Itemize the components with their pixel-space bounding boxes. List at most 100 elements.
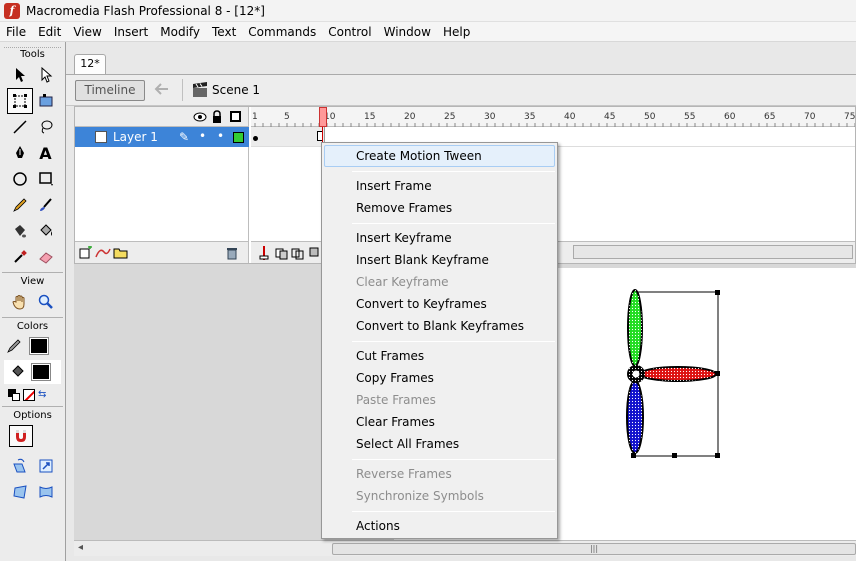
back-arrow-icon[interactable] bbox=[154, 82, 170, 98]
black-white-icon[interactable] bbox=[8, 389, 20, 401]
menu-actions[interactable]: Actions bbox=[324, 515, 555, 537]
flash-app-icon: f bbox=[4, 2, 20, 19]
paint-bucket-tool-icon[interactable] bbox=[33, 218, 59, 244]
snap-to-objects-icon[interactable] bbox=[9, 425, 33, 447]
distort-icon[interactable] bbox=[7, 479, 33, 505]
ruler-tick-label: 30 bbox=[484, 112, 496, 122]
lock-dot[interactable]: • bbox=[217, 129, 224, 143]
tools-panel: Tools A View Colors ⇆ Options bbox=[0, 42, 66, 561]
menu-commands[interactable]: Commands bbox=[242, 22, 322, 42]
scale-icon[interactable] bbox=[33, 453, 59, 479]
eyedropper-tool-icon[interactable] bbox=[7, 244, 33, 270]
no-color-icon[interactable] bbox=[23, 389, 35, 401]
visibility-dot[interactable]: • bbox=[199, 129, 206, 143]
text-tool-icon[interactable]: A bbox=[33, 140, 59, 166]
stage-hscroll[interactable]: ◂ ||| bbox=[74, 540, 856, 556]
layer-name[interactable]: Layer 1 bbox=[113, 130, 158, 144]
zoom-tool-icon[interactable] bbox=[33, 289, 59, 315]
ruler-tick-label: 15 bbox=[364, 112, 375, 122]
frame-ruler[interactable]: 1 5 10 15 20 25 30 35 40 45 50 55 60 65 70 75 bbox=[251, 107, 856, 127]
menu-paste-frames: Paste Frames bbox=[356, 393, 436, 407]
menu-edit[interactable]: Edit bbox=[32, 22, 67, 42]
scene-clapper-icon bbox=[192, 82, 208, 98]
pen-tool-icon[interactable] bbox=[7, 140, 33, 166]
menu-remove-frames[interactable]: Remove Frames bbox=[324, 197, 555, 219]
rotate-skew-icon[interactable] bbox=[7, 453, 33, 479]
onion-skin-outlines-icon[interactable] bbox=[291, 246, 305, 260]
pencil-icon: ✎ bbox=[179, 130, 190, 144]
ruler-tick-label: 5 bbox=[284, 112, 290, 122]
insert-layer-folder-icon[interactable] bbox=[113, 246, 129, 260]
lasso-tool-icon[interactable] bbox=[33, 114, 59, 140]
menu-view[interactable]: View bbox=[67, 22, 107, 42]
menu-synchronize-symbols: Synchronize Symbols bbox=[356, 489, 484, 503]
colors-title: Colors bbox=[16, 321, 49, 332]
line-tool-icon[interactable] bbox=[7, 114, 33, 140]
layer-footer bbox=[75, 241, 249, 263]
envelope-icon[interactable] bbox=[33, 479, 59, 505]
timeline-hscroll[interactable] bbox=[573, 245, 853, 259]
fill-color-swatch[interactable] bbox=[31, 363, 51, 381]
ruler-tick-label: 75 bbox=[844, 112, 855, 122]
menu-select-all-frames[interactable]: Select All Frames bbox=[324, 433, 555, 455]
layer-page-icon bbox=[95, 131, 107, 143]
menu-convert-to-blank-keyframes[interactable]: Convert to Blank Keyframes bbox=[324, 315, 555, 337]
document-tab-bar: 12* bbox=[74, 50, 856, 74]
stroke-color-swatch[interactable] bbox=[29, 337, 49, 355]
pencil-tool-icon[interactable] bbox=[7, 192, 33, 218]
selection-tool-icon[interactable] bbox=[7, 62, 33, 88]
scroll-left-icon[interactable]: ◂ bbox=[78, 542, 83, 553]
menu-control[interactable]: Control bbox=[322, 22, 377, 42]
menu-create-motion-tween[interactable]: Create Motion Tween bbox=[324, 145, 555, 167]
lock-icon[interactable] bbox=[211, 110, 223, 124]
menu-cut-frames[interactable]: Cut Frames bbox=[324, 345, 555, 367]
delete-layer-icon[interactable] bbox=[225, 246, 239, 260]
edit-bar: Timeline Scene 1 bbox=[66, 74, 856, 106]
subselection-tool-icon[interactable] bbox=[33, 62, 59, 88]
menu-modify[interactable]: Modify bbox=[154, 22, 206, 42]
ruler-tick-label: 70 bbox=[804, 112, 816, 122]
menu-help[interactable]: Help bbox=[437, 22, 476, 42]
ruler-tick-label: 60 bbox=[724, 112, 736, 122]
eraser-tool-icon[interactable] bbox=[33, 244, 59, 270]
ink-bottle-tool-icon[interactable] bbox=[7, 218, 33, 244]
ruler-tick-label: 25 bbox=[444, 112, 455, 122]
brush-tool-icon[interactable] bbox=[33, 192, 59, 218]
frame-context-menu: Create Motion Tween Insert Frame Remove … bbox=[321, 142, 558, 539]
color-buttons: ⇆ bbox=[0, 386, 65, 404]
timeline-toggle-button[interactable]: Timeline bbox=[75, 80, 145, 101]
ruler-tick-label: 20 bbox=[404, 112, 416, 122]
playhead[interactable] bbox=[319, 107, 327, 127]
menu-text[interactable]: Text bbox=[206, 22, 242, 42]
options-title: Options bbox=[13, 410, 52, 421]
layer-header bbox=[75, 107, 249, 127]
layer-outline-color[interactable] bbox=[233, 132, 244, 143]
menu-insert-blank-keyframe[interactable]: Insert Blank Keyframe bbox=[324, 249, 555, 271]
menu-convert-to-keyframes[interactable]: Convert to Keyframes bbox=[324, 293, 555, 315]
layer-row[interactable]: Layer 1 ✎ • • bbox=[75, 127, 249, 147]
scene-label: Scene 1 bbox=[212, 83, 261, 97]
center-frame-icon[interactable] bbox=[259, 246, 269, 260]
free-transform-tool-icon[interactable] bbox=[6, 88, 33, 114]
oval-tool-icon[interactable] bbox=[7, 166, 33, 192]
menu-file[interactable]: File bbox=[0, 22, 32, 42]
fill-transform-tool-icon[interactable] bbox=[33, 88, 59, 114]
stage-hscroll-thumb[interactable]: ||| bbox=[332, 543, 856, 555]
frame-span[interactable] bbox=[251, 127, 325, 146]
menu-insert-frame[interactable]: Insert Frame bbox=[324, 175, 555, 197]
eye-icon[interactable] bbox=[193, 111, 207, 123]
document-tab[interactable]: 12* bbox=[74, 54, 106, 74]
add-motion-guide-icon[interactable] bbox=[95, 246, 111, 260]
onion-skin-icon[interactable] bbox=[275, 246, 289, 260]
ruler-tick-label: 45 bbox=[604, 112, 615, 122]
hand-tool-icon[interactable] bbox=[7, 289, 33, 315]
menu-clear-frames[interactable]: Clear Frames bbox=[324, 411, 555, 433]
menu-window[interactable]: Window bbox=[378, 22, 437, 42]
menu-copy-frames[interactable]: Copy Frames bbox=[324, 367, 555, 389]
rectangle-tool-icon[interactable] bbox=[33, 166, 59, 192]
menu-insert-keyframe[interactable]: Insert Keyframe bbox=[324, 227, 555, 249]
outline-icon[interactable] bbox=[230, 111, 241, 122]
swap-colors-icon[interactable]: ⇆ bbox=[38, 389, 52, 401]
menu-insert[interactable]: Insert bbox=[108, 22, 154, 42]
insert-layer-icon[interactable] bbox=[79, 246, 93, 260]
